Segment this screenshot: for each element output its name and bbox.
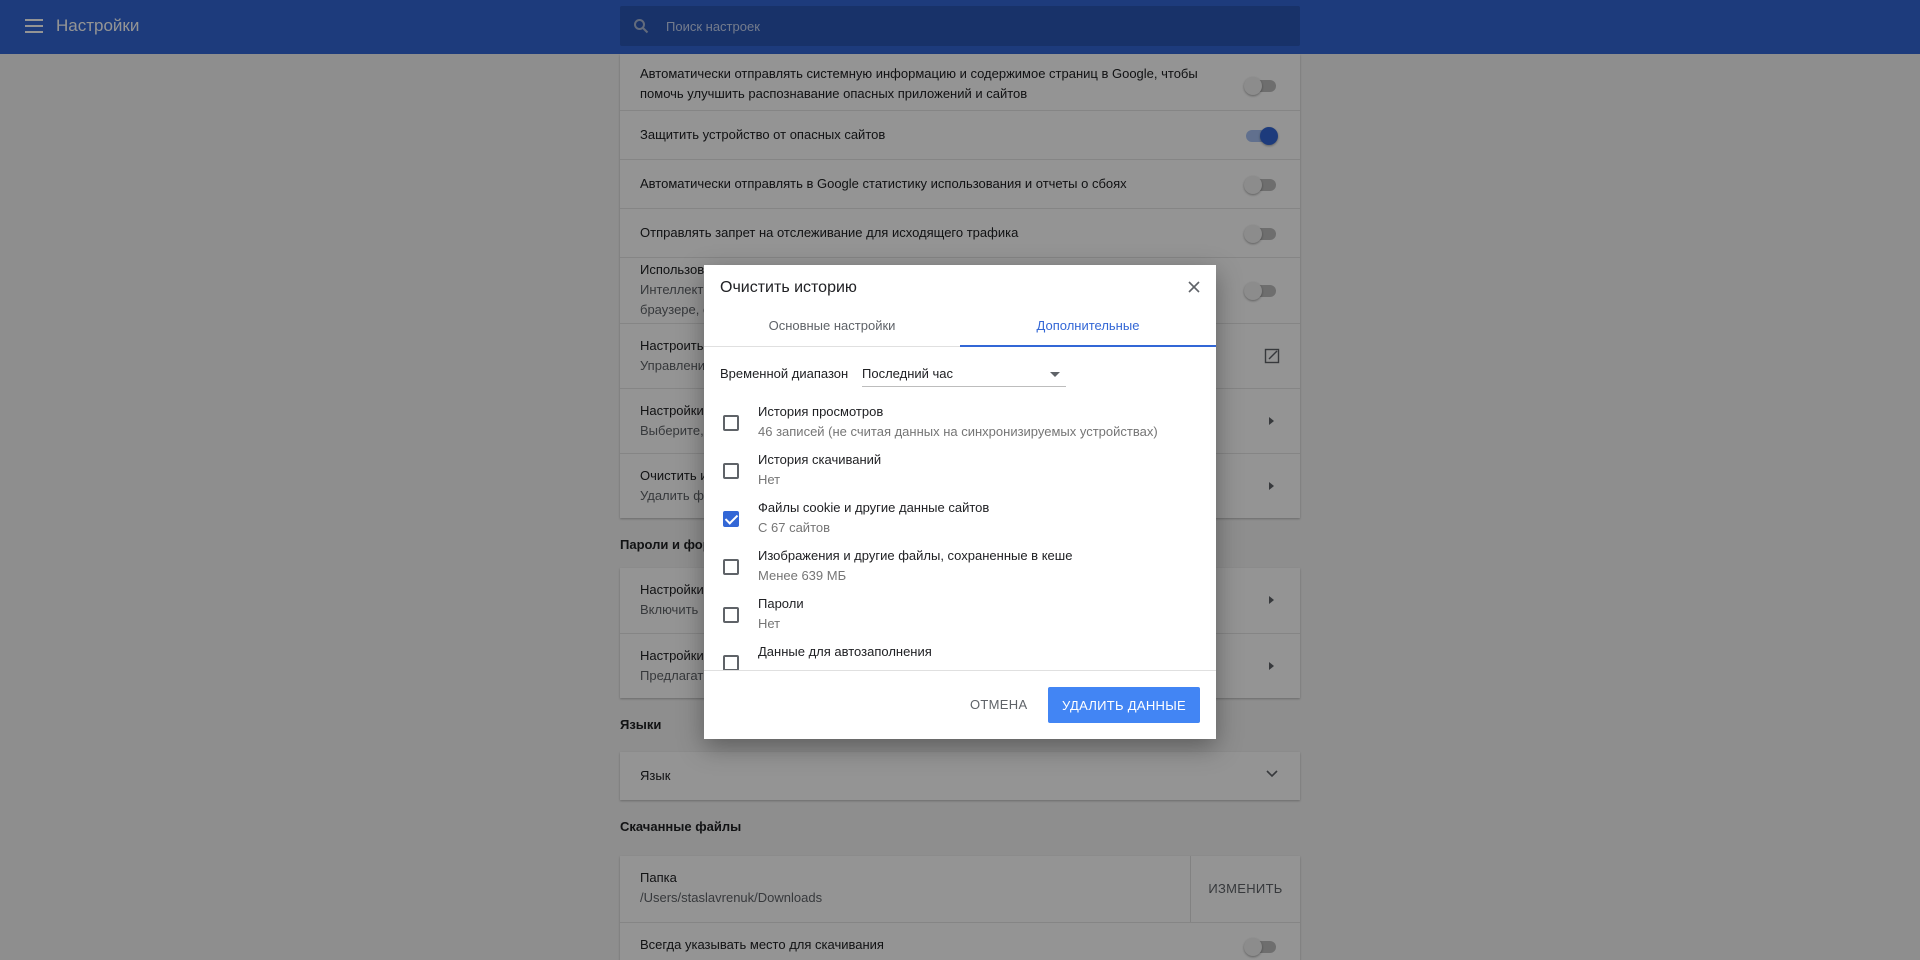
item-subtitle: С 67 сайтов (758, 520, 831, 535)
checkbox-item[interactable]: Данные для автозаполнения (704, 644, 1216, 670)
item-title: Файлы cookie и другие данные сайтов (758, 500, 990, 515)
checkbox-item[interactable]: История просмотров 46 записей (не считая… (704, 404, 1216, 452)
tab-basic[interactable]: Основные настройки (704, 315, 960, 347)
delete-data-button[interactable]: УДАЛИТЬ ДАННЫЕ (1048, 687, 1200, 723)
checkbox[interactable] (723, 415, 739, 431)
time-range-label: Временной диапазон (720, 366, 849, 381)
time-range-value: Последний час (862, 366, 954, 381)
item-subtitle: Нет (758, 616, 781, 631)
item-title: История скачиваний (758, 452, 882, 467)
dialog-footer: ОТМЕНА УДАЛИТЬ ДАННЫЕ (704, 670, 1216, 739)
tab-advanced[interactable]: Дополнительные (960, 315, 1216, 347)
checkbox[interactable] (723, 559, 739, 575)
item-title: Пароли (758, 596, 804, 611)
cancel-button[interactable]: ОТМЕНА (956, 687, 1041, 723)
checkbox-item[interactable]: Пароли Нет (704, 596, 1216, 644)
item-subtitle: 46 записей (не считая данных на синхрони… (758, 424, 1158, 439)
item-subtitle: Менее 639 МБ (758, 568, 847, 583)
data-type-list: История просмотров 46 записей (не считая… (704, 404, 1216, 670)
checkbox-item[interactable]: Файлы cookie и другие данные сайтов С 67… (704, 500, 1216, 548)
checkbox-item[interactable]: Изображения и другие файлы, сохраненные … (704, 548, 1216, 596)
dropdown-arrow-icon (1050, 372, 1060, 377)
item-subtitle: Нет (758, 472, 781, 487)
item-title: Данные для автозаполнения (758, 644, 932, 659)
checkbox[interactable] (723, 511, 739, 527)
checkbox[interactable] (723, 463, 739, 479)
checkbox-item[interactable]: История скачиваний Нет (704, 452, 1216, 500)
checkbox[interactable] (723, 655, 739, 670)
checkbox[interactable] (723, 607, 739, 623)
dialog-title: Очистить историю (720, 279, 857, 296)
item-title: История просмотров (758, 404, 884, 419)
clear-history-dialog: Очистить историю Основные настройки Допо… (704, 265, 1216, 739)
time-range-select[interactable]: Последний час (862, 361, 1066, 387)
close-icon[interactable] (1186, 279, 1202, 295)
item-title: Изображения и другие файлы, сохраненные … (758, 548, 1073, 563)
dialog-tabs: Основные настройки Дополнительные (704, 315, 1216, 347)
